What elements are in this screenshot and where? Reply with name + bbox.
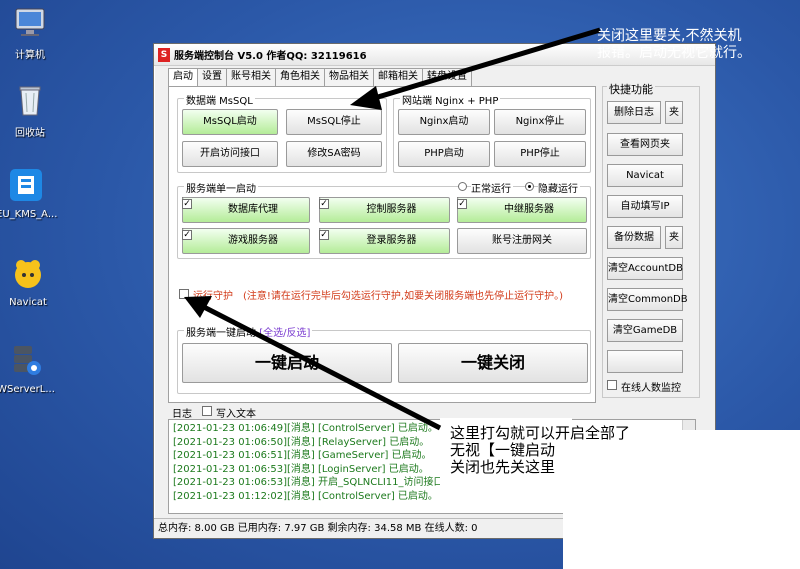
login-server-check-mark[interactable]: ✓: [319, 230, 329, 240]
top-annotation-line: 关闭这里要关,不然关机: [597, 28, 742, 44]
bottom-annotation-line: 关闭也先关这里: [450, 458, 556, 476]
bottom-annotation-line: 这里打勾就可以开启全部了: [450, 424, 631, 442]
annotation-arrows: [184, 27, 601, 431]
game-server-check-mark[interactable]: ✓: [182, 230, 192, 240]
db-proxy-check-mark[interactable]: ✓: [182, 199, 192, 209]
relay-server-check-mark[interactable]: ✓: [457, 199, 467, 209]
control-server-check-mark[interactable]: ✓: [319, 199, 329, 209]
top-annotation: 关闭这里要关,不然关机 报错。启动无视它就行。: [597, 28, 751, 62]
arrow-head-top: [350, 86, 382, 110]
top-annotation-line: 报错。启动无视它就行。: [597, 45, 751, 61]
bottom-annotation-line: 无视【一键启动: [450, 441, 556, 459]
bottom-annotation: 这里打勾就可以开启全部了 无视【一键启动 关闭也先关这里: [450, 425, 630, 476]
